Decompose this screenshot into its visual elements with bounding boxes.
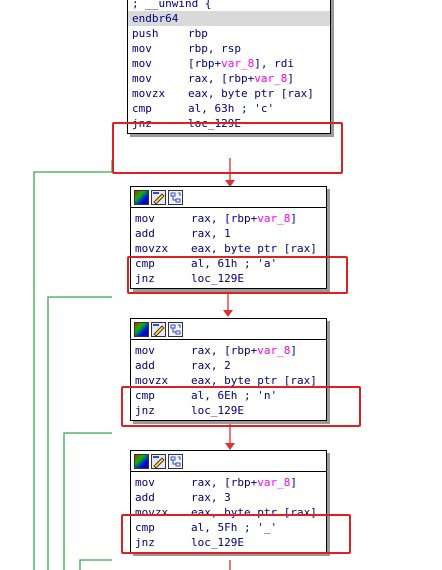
instruction-line[interactable]: movzx eax, byte ptr [rax]: [131, 241, 326, 256]
comment-text: ; __unwind {: [132, 0, 212, 10]
instruction-line[interactable]: add rax, 2: [131, 358, 326, 373]
instruction-mnemonic: mov: [132, 57, 152, 70]
instruction-line[interactable]: mov rbp, rsp: [128, 41, 330, 56]
instruction-operands: rax, [rbp+var_8]: [191, 211, 297, 226]
highlight-box-cmp-underscore: [121, 514, 351, 554]
instruction-operands: [rbp+var_8], rdi: [188, 56, 294, 71]
instruction-operands: rbp, rsp: [188, 42, 241, 55]
stack-variable-symbol[interactable]: var_8: [257, 212, 290, 225]
instruction-mnemonic: mov: [135, 212, 155, 225]
instruction-operands: rax, 1: [191, 227, 231, 240]
instruction-line[interactable]: add rax, 3: [131, 490, 326, 505]
edge-normal: [79, 559, 112, 570]
highlight-box-cmp-a: [127, 256, 348, 294]
operand-text: [rbp+: [188, 57, 222, 70]
group-nodes-icon[interactable]: [168, 189, 183, 205]
instruction-mnemonic: cmp: [132, 102, 152, 115]
instruction-operands: rax, 2: [191, 359, 231, 372]
instruction-mnemonic: add: [135, 491, 155, 504]
operand-text: ]: [290, 476, 297, 489]
instruction-comment: ; 'c': [234, 102, 275, 115]
operand-text: rax, [rbp+: [191, 476, 258, 489]
instruction-line[interactable]: cmp al, 63h ; 'c': [128, 101, 330, 116]
instruction-operands: eax, byte ptr [rax]: [191, 242, 317, 255]
instruction-line[interactable]: add rax, 1: [131, 226, 326, 241]
stack-variable-symbol[interactable]: var_8: [254, 72, 287, 85]
basic-block-entry[interactable]: ; __unwind {endbr64 push rbp mov rbp, rsp mov…: [127, 0, 331, 134]
fallthrough-edges: [33, 160, 113, 570]
node-color-icon[interactable]: [134, 453, 149, 469]
instruction-operands: rbp: [188, 27, 208, 40]
operand-text: rax, [rbp+: [191, 212, 258, 225]
group-nodes-icon[interactable]: [168, 321, 183, 337]
instruction-mnemonic: movzx: [132, 87, 166, 100]
block-instructions: ; __unwind {endbr64 push rbp mov rbp, rsp mov…: [128, 0, 330, 133]
instruction-mnemonic: endbr64: [132, 12, 179, 25]
rename-node-icon[interactable]: [151, 453, 166, 469]
instruction-operands: rax, 3: [191, 491, 231, 504]
instruction-mnemonic: mov: [135, 344, 155, 357]
instruction-mnemonic: add: [135, 227, 155, 240]
operand-text: ]: [290, 212, 297, 225]
disassembly-graph-view[interactable]: ; __unwind {endbr64 push rbp mov rbp, rsp mov…: [0, 0, 442, 570]
operand-text: ]: [290, 344, 297, 357]
instruction-line[interactable]: mov rax, [rbp+var_8]: [131, 211, 326, 226]
node-color-icon[interactable]: [134, 321, 149, 337]
highlight-box-cmp-n: [121, 386, 361, 427]
block-toolbar: [131, 451, 326, 472]
instruction-line[interactable]: mov rax, [rbp+var_8]: [128, 71, 330, 86]
instruction-line[interactable]: mov rax, [rbp+var_8]: [131, 475, 326, 490]
stack-variable-symbol[interactable]: var_8: [257, 344, 290, 357]
rename-node-icon[interactable]: [151, 321, 166, 337]
edge-normal: [33, 160, 113, 570]
instruction-line[interactable]: ; __unwind {: [128, 0, 330, 11]
instruction-operands: rax, [rbp+var_8]: [191, 475, 297, 490]
group-nodes-icon[interactable]: [168, 453, 183, 469]
block-toolbar: [131, 319, 326, 340]
rename-node-icon[interactable]: [151, 189, 166, 205]
instruction-operands: al, 63h: [188, 102, 235, 115]
instruction-line[interactable]: movzx eax, byte ptr [rax]: [128, 86, 330, 101]
instruction-line[interactable]: push rbp: [128, 26, 330, 41]
operand-text: ], rdi: [254, 57, 294, 70]
arrow-head: [223, 310, 233, 317]
node-color-icon[interactable]: [134, 189, 149, 205]
instruction-mnemonic: mov: [132, 42, 152, 55]
operand-text: rax, [rbp+: [191, 344, 258, 357]
operand-text: rax, [rbp+: [188, 72, 255, 85]
block-toolbar: [131, 187, 326, 208]
highlight-box-cmp-c: [112, 122, 343, 174]
instruction-mnemonic: mov: [135, 476, 155, 489]
instruction-mnemonic: mov: [132, 72, 152, 85]
instruction-mnemonic: add: [135, 359, 155, 372]
instruction-mnemonic: movzx: [135, 242, 169, 255]
stack-variable-symbol[interactable]: var_8: [257, 476, 290, 489]
stack-variable-symbol[interactable]: var_8: [221, 57, 254, 70]
instruction-operands: rax, [rbp+var_8]: [191, 343, 297, 358]
instruction-mnemonic: push: [132, 27, 159, 40]
instruction-line[interactable]: endbr64: [128, 11, 330, 26]
instruction-operands: eax, byte ptr [rax]: [188, 87, 314, 100]
edge-normal: [63, 432, 112, 570]
arrow-head: [225, 443, 235, 450]
instruction-line[interactable]: mov [rbp+var_8], rdi: [128, 56, 330, 71]
instruction-line[interactable]: mov rax, [rbp+var_8]: [131, 343, 326, 358]
operand-text: ]: [287, 72, 294, 85]
instruction-operands: rax, [rbp+var_8]: [188, 71, 294, 86]
